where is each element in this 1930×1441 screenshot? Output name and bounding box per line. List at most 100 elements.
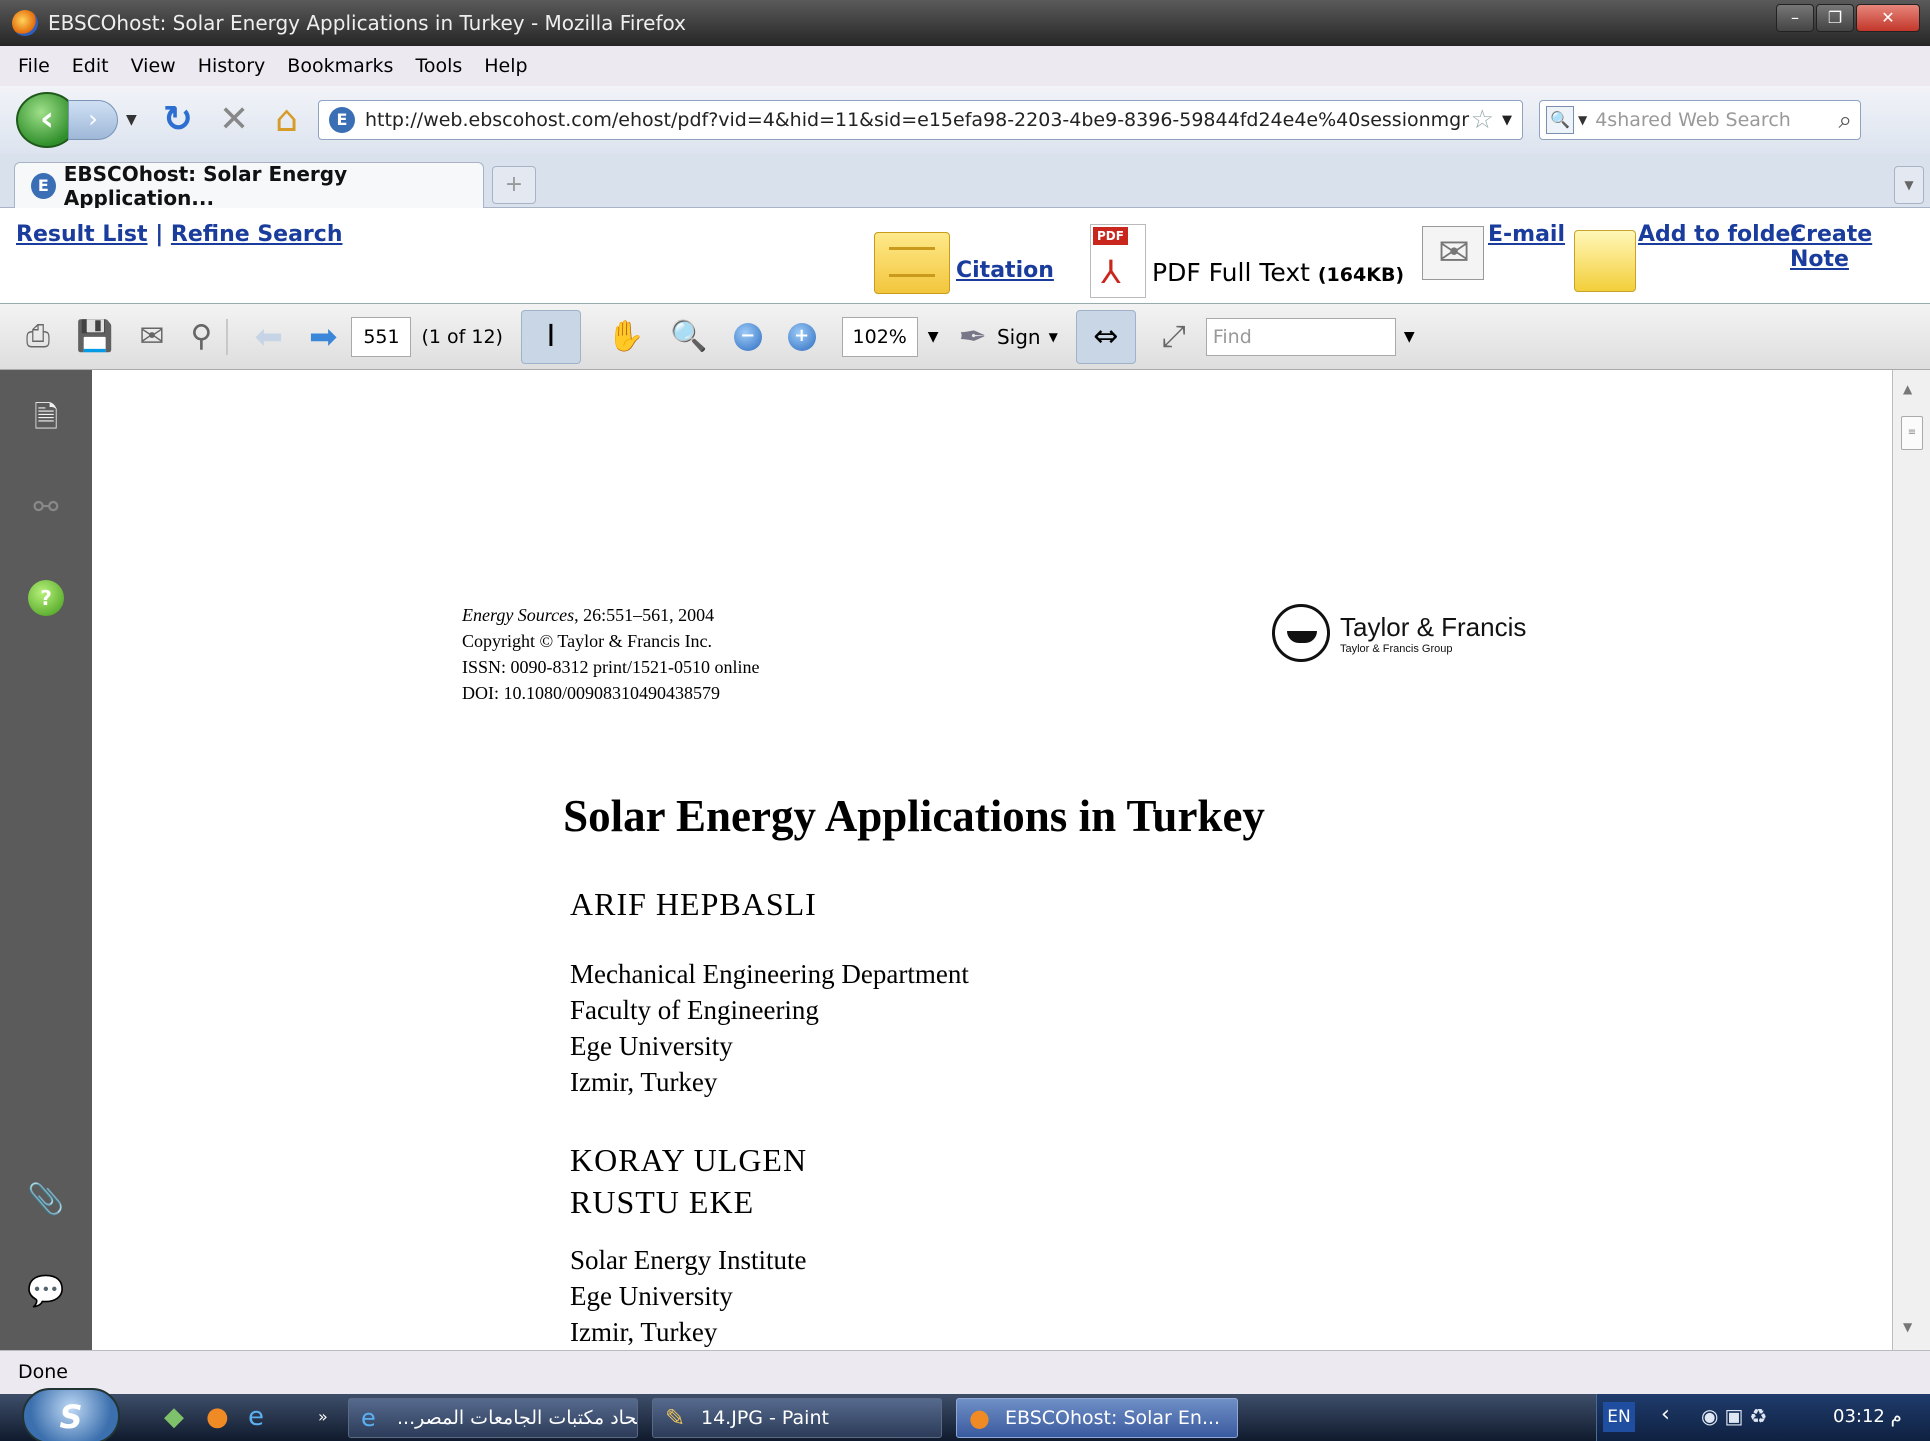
journal-name: Energy Sources: [462, 605, 575, 625]
tray-icons[interactable]: ◉▣♻: [1701, 1404, 1773, 1428]
previous-page-icon[interactable]: ⬅: [254, 317, 283, 357]
zoom-dropdown-icon[interactable]: ▼: [928, 329, 939, 345]
reload-icon[interactable]: ↻: [163, 102, 193, 138]
close-button[interactable]: ✕: [1856, 4, 1920, 32]
quicklaunch-more-icon[interactable]: »: [318, 1402, 328, 1432]
add-to-folder-link[interactable]: Add to folder: [1638, 222, 1801, 247]
fit-page-icon[interactable]: ⤢: [1162, 321, 1186, 352]
quicklaunch-ie-icon[interactable]: e: [248, 1402, 264, 1432]
url-dropdown-icon[interactable]: ▼: [1502, 113, 1512, 128]
ebsco-toolbar: Result List | Refine Search Citation PDF…: [0, 208, 1930, 304]
zoom-in-icon[interactable]: +: [787, 322, 816, 351]
create-note-link[interactable]: Create Note: [1790, 222, 1930, 272]
save-icon[interactable]: 💾: [76, 321, 113, 352]
forward-button[interactable]: ›: [68, 100, 118, 140]
issn-line: ISSN: 0090-8312 print/1521-0510 online: [462, 657, 760, 677]
firefox-icon: ●: [969, 1404, 990, 1432]
start-button[interactable]: S: [22, 1388, 120, 1441]
tab-ebscohost[interactable]: E EBSCOhost: Solar Energy Application...: [14, 162, 484, 210]
menu-bookmarks[interactable]: Bookmarks: [287, 55, 393, 77]
fit-width-icon[interactable]: ⇔: [1075, 309, 1136, 364]
affiliation-line: Ege University: [570, 1031, 733, 1061]
email-document-icon[interactable]: ✉: [139, 321, 164, 352]
tab-list-dropdown-icon[interactable]: ▼: [1894, 166, 1924, 204]
tray-expand-icon[interactable]: ‹: [1661, 1402, 1670, 1427]
scroll-down-icon[interactable]: ▼: [1903, 1320, 1912, 1334]
help-icon[interactable]: ?: [28, 580, 64, 616]
attachments-icon[interactable]: 📎: [24, 1178, 68, 1222]
quicklaunch-app-icon[interactable]: ◆: [164, 1402, 184, 1432]
paper-title: Solar Energy Applications in Turkey: [563, 791, 1265, 841]
zoom-level-input[interactable]: 102%: [841, 316, 918, 357]
bookmark-star-icon[interactable]: ☆: [1471, 105, 1494, 135]
history-dropdown-icon[interactable]: ▼: [126, 112, 137, 128]
stop-icon[interactable]: ✕: [219, 102, 249, 138]
taskbar-item-ie[interactable]: e ...اتحاد مكتبات الجامعات المصر: [348, 1398, 638, 1438]
page-number-input[interactable]: 551: [351, 316, 412, 357]
menu-edit[interactable]: Edit: [72, 55, 109, 77]
windows-taskbar: S ◆ ● e » e ...اتحاد مكتبات الجامعات الم…: [0, 1388, 1930, 1441]
minimize-button[interactable]: –: [1776, 4, 1814, 32]
search-input[interactable]: 4shared Web Search: [1595, 109, 1838, 131]
menu-view[interactable]: View: [131, 55, 176, 77]
publisher-group: Taylor & Francis Group: [1340, 642, 1453, 655]
affiliation-line: Faculty of Engineering: [570, 995, 819, 1025]
pdf-document-page: Energy Sources, 26:551–561, 2004 Copyrig…: [92, 370, 1892, 1350]
url-bar[interactable]: E http://web.ebscohost.com/ehost/pdf?vid…: [317, 100, 1523, 140]
sign-button[interactable]: ✒ Sign ▼: [958, 317, 1057, 357]
menu-file[interactable]: File: [18, 55, 50, 77]
page-count: (1 of 12): [421, 325, 503, 348]
comments-icon[interactable]: 💬: [24, 1270, 68, 1314]
navigation-toolbar: ‹ › ▼ ↻ ✕ ⌂ E http://web.ebscohost.com/e…: [0, 86, 1930, 154]
status-bar: Done: [0, 1350, 1930, 1394]
email-icon[interactable]: ✉: [1422, 226, 1484, 280]
menu-help[interactable]: Help: [484, 55, 527, 77]
pdf-icon[interactable]: PDF ⅄: [1090, 224, 1146, 298]
collaborate-icon[interactable]: ⚲: [191, 321, 213, 352]
pdf-size: (164KB): [1317, 264, 1405, 286]
maximize-button[interactable]: ❐: [1816, 4, 1854, 32]
pdf-navigation-sidebar: 🗎 ⚯ ? 📎 💬: [0, 370, 92, 1350]
taskbar-item-firefox[interactable]: ● EBSCOhost: Solar En...: [956, 1398, 1238, 1438]
site-identity-icon[interactable]: E: [328, 107, 355, 133]
select-tool-icon[interactable]: I: [520, 309, 581, 364]
url-text[interactable]: http://web.ebscohost.com/ehost/pdf?vid=4…: [365, 109, 1471, 131]
menu-tools[interactable]: Tools: [415, 55, 462, 77]
find-input[interactable]: Find: [1205, 317, 1396, 356]
home-icon[interactable]: ⌂: [275, 102, 298, 138]
scroll-up-icon[interactable]: ▲: [1903, 382, 1912, 396]
taskbar-item-paint[interactable]: ✎ 14.JPG - Paint: [652, 1398, 942, 1438]
refine-search-link[interactable]: Refine Search: [171, 222, 343, 247]
scrollbar-thumb[interactable]: ≡: [1901, 416, 1923, 450]
clock[interactable]: 03:12 م: [1833, 1406, 1902, 1427]
affiliation-line: Izmir, Turkey: [570, 1067, 718, 1097]
vertical-scrollbar[interactable]: ▲ ≡ ▼: [1892, 370, 1930, 1350]
search-engine-icon[interactable]: 🔍: [1545, 106, 1574, 134]
citation-icon[interactable]: [874, 232, 950, 294]
next-page-icon[interactable]: ➡: [309, 317, 338, 357]
journal-volume: , 26:551–561, 2004: [574, 605, 715, 625]
quicklaunch-firefox-icon[interactable]: ●: [206, 1402, 229, 1432]
toolbar-divider: [226, 318, 229, 355]
menu-history[interactable]: History: [198, 55, 266, 77]
zoom-out-icon[interactable]: −: [733, 322, 762, 351]
email-link[interactable]: E-mail: [1488, 222, 1565, 247]
marquee-zoom-icon[interactable]: 🔍: [670, 321, 707, 352]
publisher-logo: Taylor & Francis Taylor & Francis Group: [1272, 604, 1526, 662]
print-icon[interactable]: ⎙: [26, 321, 50, 352]
author-name: ARIF HEPBASLI: [570, 886, 817, 922]
find-dropdown-icon[interactable]: ▼: [1404, 329, 1415, 345]
binoculars-icon[interactable]: ⚯: [24, 486, 68, 530]
folder-icon[interactable]: [1574, 230, 1636, 292]
search-bar[interactable]: 🔍 ▼ 4shared Web Search ⌕: [1538, 100, 1861, 140]
citation-link[interactable]: Citation: [956, 258, 1054, 283]
new-tab-button[interactable]: +: [492, 166, 536, 204]
hand-tool-icon[interactable]: ✋: [607, 321, 644, 352]
search-engine-dropdown-icon[interactable]: ▼: [1578, 113, 1587, 127]
search-icon[interactable]: ⌕: [1839, 106, 1852, 134]
pdf-full-text-label[interactable]: PDF Full Text (164KB): [1152, 258, 1404, 287]
language-indicator[interactable]: EN: [1603, 1402, 1635, 1432]
result-list-link[interactable]: Result List: [16, 222, 148, 247]
pages-panel-icon[interactable]: 🗎: [24, 396, 68, 440]
window-controls: – ❐ ✕: [1776, 4, 1920, 32]
